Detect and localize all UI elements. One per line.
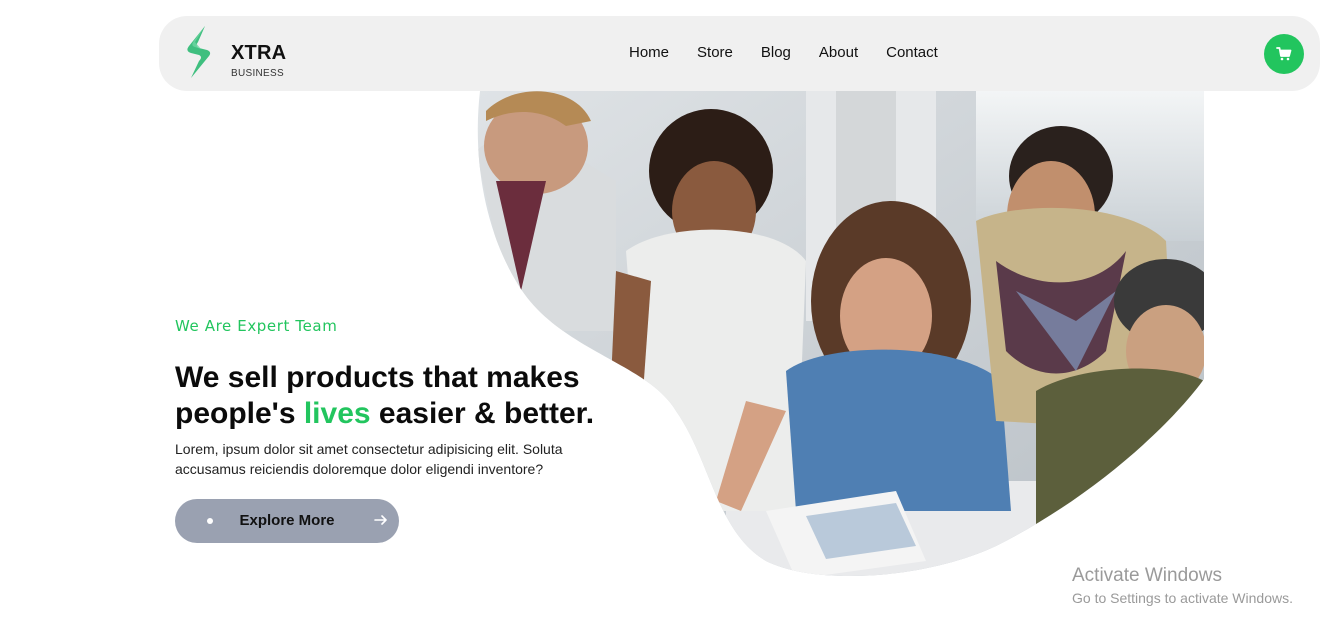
- headline-part2: easier & better.: [370, 397, 595, 430]
- site-header: XTRA BUSINESS Home Store Blog About Cont…: [159, 16, 1320, 91]
- brand-tagline: BUSINESS: [231, 68, 284, 79]
- hero-headline: We sell products that makes people's liv…: [175, 360, 615, 432]
- nav-link-blog[interactable]: Blog: [761, 44, 791, 61]
- nav-link-contact[interactable]: Contact: [886, 44, 938, 61]
- hero-description: Lorem, ipsum dolor sit amet consectetur …: [175, 441, 563, 477]
- landing-page: XTRA BUSINESS Home Store Blog About Cont…: [0, 0, 1343, 637]
- headline-highlight: lives: [303, 397, 371, 430]
- nav-link-about[interactable]: About: [819, 44, 858, 61]
- brand-logo[interactable]: XTRA BUSINESS: [181, 24, 301, 82]
- watermark-title: Activate Windows: [1072, 565, 1222, 586]
- watermark-subtitle: Go to Settings to activate Windows.: [1072, 590, 1293, 606]
- cta-label: Explore More: [239, 512, 335, 529]
- windows-activation-watermark: Activate Windows Go to Settings to activ…: [1072, 565, 1293, 606]
- cart-icon: [1276, 47, 1292, 61]
- arrow-right-icon: [374, 515, 387, 525]
- hero-team-image: [477, 91, 1204, 577]
- hero-eyebrow: We Are Expert Team: [175, 317, 338, 335]
- lightning-bolt-logo-icon: [187, 26, 211, 78]
- nav-link-home[interactable]: Home: [629, 44, 669, 61]
- explore-more-button[interactable]: Explore More: [175, 499, 399, 543]
- cart-button[interactable]: [1264, 34, 1304, 74]
- nav-link-store[interactable]: Store: [697, 44, 733, 61]
- brand-name: XTRA: [231, 42, 287, 64]
